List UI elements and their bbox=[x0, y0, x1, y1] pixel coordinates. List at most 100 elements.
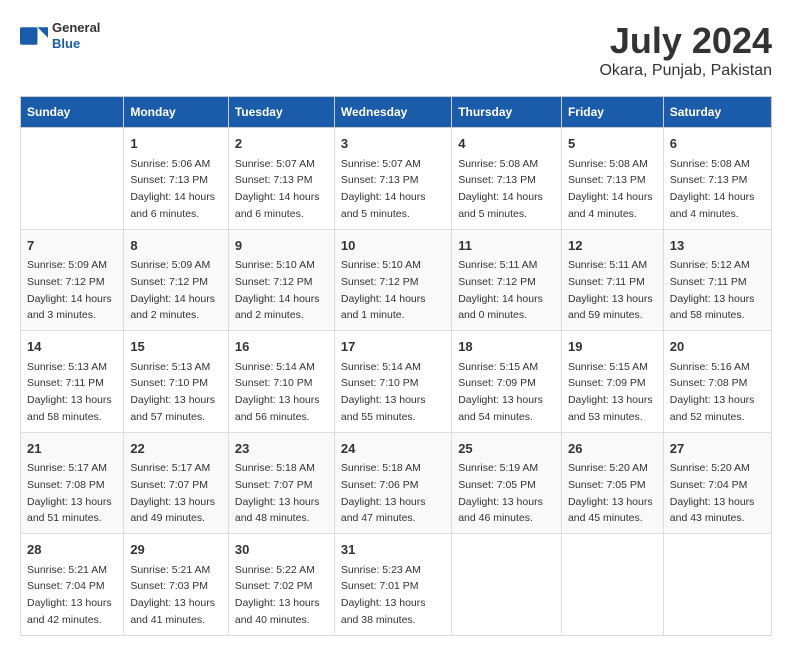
logo-text: General Blue bbox=[52, 20, 100, 51]
day-number: 15 bbox=[130, 337, 222, 357]
calendar-cell: 29 Sunrise: 5:21 AMSunset: 7:03 PMDaylig… bbox=[124, 534, 229, 636]
day-info: Sunrise: 5:17 AMSunset: 7:08 PMDaylight:… bbox=[27, 462, 112, 524]
calendar-cell: 15 Sunrise: 5:13 AMSunset: 7:10 PMDaylig… bbox=[124, 331, 229, 433]
calendar-cell: 4 Sunrise: 5:08 AMSunset: 7:13 PMDayligh… bbox=[452, 128, 562, 230]
day-number: 27 bbox=[670, 439, 765, 459]
calendar-cell: 24 Sunrise: 5:18 AMSunset: 7:06 PMDaylig… bbox=[334, 432, 451, 534]
calendar-cell: 10 Sunrise: 5:10 AMSunset: 7:12 PMDaylig… bbox=[334, 229, 451, 331]
day-number: 20 bbox=[670, 337, 765, 357]
day-number: 4 bbox=[458, 134, 555, 154]
day-number: 6 bbox=[670, 134, 765, 154]
calendar-cell: 18 Sunrise: 5:15 AMSunset: 7:09 PMDaylig… bbox=[452, 331, 562, 433]
day-info: Sunrise: 5:11 AMSunset: 7:11 PMDaylight:… bbox=[568, 259, 653, 321]
calendar-cell bbox=[663, 534, 771, 636]
day-number: 29 bbox=[130, 540, 222, 560]
weekday-header-tuesday: Tuesday bbox=[228, 97, 334, 128]
day-number: 22 bbox=[130, 439, 222, 459]
week-row-2: 7 Sunrise: 5:09 AMSunset: 7:12 PMDayligh… bbox=[21, 229, 772, 331]
weekday-header-sunday: Sunday bbox=[21, 97, 124, 128]
day-info: Sunrise: 5:14 AMSunset: 7:10 PMDaylight:… bbox=[341, 361, 426, 423]
day-number: 28 bbox=[27, 540, 117, 560]
day-info: Sunrise: 5:06 AMSunset: 7:13 PMDaylight:… bbox=[130, 158, 215, 220]
calendar-cell: 2 Sunrise: 5:07 AMSunset: 7:13 PMDayligh… bbox=[228, 128, 334, 230]
day-number: 18 bbox=[458, 337, 555, 357]
logo-icon bbox=[20, 22, 48, 50]
day-number: 26 bbox=[568, 439, 657, 459]
day-info: Sunrise: 5:09 AMSunset: 7:12 PMDaylight:… bbox=[130, 259, 215, 321]
day-number: 31 bbox=[341, 540, 445, 560]
day-number: 21 bbox=[27, 439, 117, 459]
day-number: 14 bbox=[27, 337, 117, 357]
day-info: Sunrise: 5:20 AMSunset: 7:04 PMDaylight:… bbox=[670, 462, 755, 524]
day-info: Sunrise: 5:13 AMSunset: 7:10 PMDaylight:… bbox=[130, 361, 215, 423]
main-title: July 2024 bbox=[599, 20, 772, 62]
day-info: Sunrise: 5:22 AMSunset: 7:02 PMDaylight:… bbox=[235, 564, 320, 626]
calendar-cell: 25 Sunrise: 5:19 AMSunset: 7:05 PMDaylig… bbox=[452, 432, 562, 534]
day-info: Sunrise: 5:15 AMSunset: 7:09 PMDaylight:… bbox=[458, 361, 543, 423]
day-number: 17 bbox=[341, 337, 445, 357]
calendar-cell: 20 Sunrise: 5:16 AMSunset: 7:08 PMDaylig… bbox=[663, 331, 771, 433]
day-number: 2 bbox=[235, 134, 328, 154]
day-number: 13 bbox=[670, 236, 765, 256]
day-info: Sunrise: 5:18 AMSunset: 7:07 PMDaylight:… bbox=[235, 462, 320, 524]
day-number: 5 bbox=[568, 134, 657, 154]
day-number: 7 bbox=[27, 236, 117, 256]
weekday-header-row: SundayMondayTuesdayWednesdayThursdayFrid… bbox=[21, 97, 772, 128]
calendar-cell: 31 Sunrise: 5:23 AMSunset: 7:01 PMDaylig… bbox=[334, 534, 451, 636]
week-row-1: 1 Sunrise: 5:06 AMSunset: 7:13 PMDayligh… bbox=[21, 128, 772, 230]
day-info: Sunrise: 5:12 AMSunset: 7:11 PMDaylight:… bbox=[670, 259, 755, 321]
day-info: Sunrise: 5:20 AMSunset: 7:05 PMDaylight:… bbox=[568, 462, 653, 524]
calendar-cell: 12 Sunrise: 5:11 AMSunset: 7:11 PMDaylig… bbox=[561, 229, 663, 331]
day-number: 16 bbox=[235, 337, 328, 357]
weekday-header-wednesday: Wednesday bbox=[334, 97, 451, 128]
calendar-cell: 14 Sunrise: 5:13 AMSunset: 7:11 PMDaylig… bbox=[21, 331, 124, 433]
calendar-cell bbox=[452, 534, 562, 636]
calendar-cell: 3 Sunrise: 5:07 AMSunset: 7:13 PMDayligh… bbox=[334, 128, 451, 230]
calendar-cell: 13 Sunrise: 5:12 AMSunset: 7:11 PMDaylig… bbox=[663, 229, 771, 331]
day-info: Sunrise: 5:10 AMSunset: 7:12 PMDaylight:… bbox=[341, 259, 426, 321]
day-number: 1 bbox=[130, 134, 222, 154]
day-number: 24 bbox=[341, 439, 445, 459]
week-row-5: 28 Sunrise: 5:21 AMSunset: 7:04 PMDaylig… bbox=[21, 534, 772, 636]
logo: General Blue bbox=[20, 20, 100, 51]
day-number: 25 bbox=[458, 439, 555, 459]
day-info: Sunrise: 5:17 AMSunset: 7:07 PMDaylight:… bbox=[130, 462, 215, 524]
day-info: Sunrise: 5:07 AMSunset: 7:13 PMDaylight:… bbox=[235, 158, 320, 220]
day-info: Sunrise: 5:14 AMSunset: 7:10 PMDaylight:… bbox=[235, 361, 320, 423]
day-info: Sunrise: 5:16 AMSunset: 7:08 PMDaylight:… bbox=[670, 361, 755, 423]
day-number: 11 bbox=[458, 236, 555, 256]
day-number: 12 bbox=[568, 236, 657, 256]
day-info: Sunrise: 5:21 AMSunset: 7:04 PMDaylight:… bbox=[27, 564, 112, 626]
day-info: Sunrise: 5:15 AMSunset: 7:09 PMDaylight:… bbox=[568, 361, 653, 423]
day-info: Sunrise: 5:13 AMSunset: 7:11 PMDaylight:… bbox=[27, 361, 112, 423]
day-info: Sunrise: 5:10 AMSunset: 7:12 PMDaylight:… bbox=[235, 259, 320, 321]
day-info: Sunrise: 5:19 AMSunset: 7:05 PMDaylight:… bbox=[458, 462, 543, 524]
day-info: Sunrise: 5:08 AMSunset: 7:13 PMDaylight:… bbox=[670, 158, 755, 220]
calendar-cell: 6 Sunrise: 5:08 AMSunset: 7:13 PMDayligh… bbox=[663, 128, 771, 230]
logo-blue: Blue bbox=[52, 36, 100, 52]
calendar-cell: 9 Sunrise: 5:10 AMSunset: 7:12 PMDayligh… bbox=[228, 229, 334, 331]
calendar-cell: 8 Sunrise: 5:09 AMSunset: 7:12 PMDayligh… bbox=[124, 229, 229, 331]
calendar-cell: 30 Sunrise: 5:22 AMSunset: 7:02 PMDaylig… bbox=[228, 534, 334, 636]
day-number: 8 bbox=[130, 236, 222, 256]
calendar-cell: 7 Sunrise: 5:09 AMSunset: 7:12 PMDayligh… bbox=[21, 229, 124, 331]
day-number: 30 bbox=[235, 540, 328, 560]
calendar-table: SundayMondayTuesdayWednesdayThursdayFrid… bbox=[20, 96, 772, 636]
day-number: 9 bbox=[235, 236, 328, 256]
calendar-cell: 21 Sunrise: 5:17 AMSunset: 7:08 PMDaylig… bbox=[21, 432, 124, 534]
weekday-header-thursday: Thursday bbox=[452, 97, 562, 128]
calendar-cell: 26 Sunrise: 5:20 AMSunset: 7:05 PMDaylig… bbox=[561, 432, 663, 534]
title-block: July 2024 Okara, Punjab, Pakistan bbox=[599, 20, 772, 80]
day-info: Sunrise: 5:23 AMSunset: 7:01 PMDaylight:… bbox=[341, 564, 426, 626]
calendar-cell: 5 Sunrise: 5:08 AMSunset: 7:13 PMDayligh… bbox=[561, 128, 663, 230]
calendar-cell: 27 Sunrise: 5:20 AMSunset: 7:04 PMDaylig… bbox=[663, 432, 771, 534]
calendar-cell: 17 Sunrise: 5:14 AMSunset: 7:10 PMDaylig… bbox=[334, 331, 451, 433]
day-number: 10 bbox=[341, 236, 445, 256]
calendar-cell: 28 Sunrise: 5:21 AMSunset: 7:04 PMDaylig… bbox=[21, 534, 124, 636]
calendar-cell: 19 Sunrise: 5:15 AMSunset: 7:09 PMDaylig… bbox=[561, 331, 663, 433]
day-info: Sunrise: 5:18 AMSunset: 7:06 PMDaylight:… bbox=[341, 462, 426, 524]
calendar-cell bbox=[561, 534, 663, 636]
weekday-header-saturday: Saturday bbox=[663, 97, 771, 128]
day-number: 3 bbox=[341, 134, 445, 154]
day-number: 19 bbox=[568, 337, 657, 357]
